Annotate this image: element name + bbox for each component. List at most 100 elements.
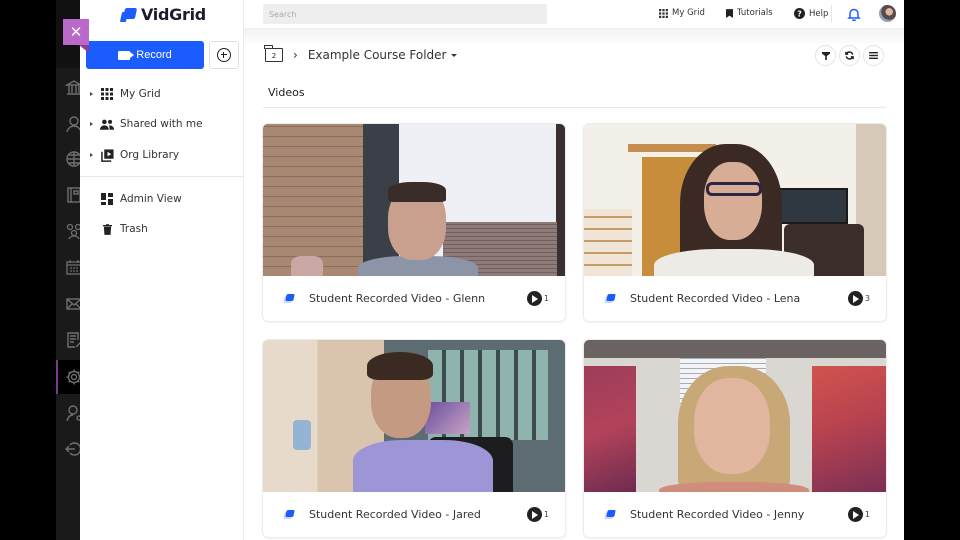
vidgrid-app: ✕ VidGrid Record My Grid Shared with me … xyxy=(56,0,904,540)
user-avatar[interactable] xyxy=(879,5,896,22)
view-count-value: 1 xyxy=(543,510,549,519)
dashboard-icon xyxy=(100,192,114,206)
trash-icon xyxy=(100,222,114,236)
top-link-label: My Grid xyxy=(672,8,705,18)
view-count: 1 xyxy=(526,507,549,522)
refresh-icon xyxy=(845,51,854,60)
chevron-right-icon: › xyxy=(293,48,298,62)
video-camera-icon xyxy=(118,50,135,60)
top-link-label: Tutorials xyxy=(737,8,773,18)
help-icon: ? xyxy=(794,8,805,19)
grid-icon xyxy=(659,8,668,18)
nav-sidebar: VidGrid Record My Grid Shared with me Or… xyxy=(80,0,244,540)
view-count-value: 1 xyxy=(543,294,549,303)
folder-count: 2 xyxy=(271,51,277,60)
close-panel-button[interactable]: ✕ xyxy=(63,19,89,45)
video-library-icon xyxy=(100,148,114,162)
sidebar-item-my-grid[interactable]: My Grid xyxy=(80,81,243,107)
play-icon xyxy=(526,291,542,306)
icon-rail xyxy=(56,0,83,540)
view-count-value: 1 xyxy=(864,510,870,519)
sidebar-item-label: My Grid xyxy=(120,88,161,100)
grid-icon xyxy=(100,87,114,101)
video-card[interactable]: Student Recorded Video - Jenny 1 xyxy=(584,340,886,537)
svg-text:?: ? xyxy=(797,9,802,18)
video-thumbnail[interactable] xyxy=(584,124,886,276)
view-count: 1 xyxy=(847,507,870,522)
list-icon xyxy=(869,52,878,59)
rail-document-edit-icon[interactable] xyxy=(56,323,82,357)
top-link-label: Help xyxy=(809,8,829,19)
video-title[interactable]: Student Recorded Video - Glenn xyxy=(309,292,527,305)
bookmark-icon xyxy=(726,8,733,18)
top-link-my-grid[interactable]: My Grid xyxy=(659,8,705,18)
close-icon: ✕ xyxy=(69,23,83,41)
video-title[interactable]: Student Recorded Video - Jenny xyxy=(630,508,848,521)
vidgrid-logo[interactable]: VidGrid xyxy=(121,5,206,24)
filter-button[interactable] xyxy=(815,45,836,66)
video-thumbnail[interactable] xyxy=(263,124,565,276)
sidebar-item-trash[interactable]: Trash xyxy=(80,216,243,242)
top-link-help[interactable]: ? Help xyxy=(794,8,828,19)
expand-caret-icon[interactable] xyxy=(84,153,98,157)
folder-title-dropdown[interactable]: Example Course Folder xyxy=(308,48,458,62)
expand-caret-icon[interactable] xyxy=(84,122,98,126)
vidgrid-video-icon xyxy=(605,294,615,303)
rail-user-settings-icon[interactable] xyxy=(56,396,82,430)
people-icon xyxy=(100,117,114,131)
play-icon xyxy=(847,291,863,306)
rail-user-icon[interactable] xyxy=(56,107,82,141)
section-title: Videos xyxy=(268,86,305,99)
refresh-button[interactable] xyxy=(839,45,860,66)
video-thumbnail[interactable] xyxy=(263,340,565,492)
breadcrumb: 2 › Example Course Folder xyxy=(264,45,458,62)
sidebar-item-label: Org Library xyxy=(120,149,180,161)
video-card[interactable]: Student Recorded Video - Lena 3 xyxy=(584,124,886,321)
sidebar-item-admin-view[interactable]: Admin View xyxy=(80,186,243,212)
vidgrid-video-icon xyxy=(284,510,294,519)
top-link-tutorials[interactable]: Tutorials xyxy=(726,8,773,18)
sidebar-item-label: Trash xyxy=(120,223,148,235)
rail-bank-icon[interactable] xyxy=(56,71,83,105)
sidebar-item-label: Shared with me xyxy=(120,118,203,130)
rail-gear-icon[interactable] xyxy=(56,360,82,394)
main-content: 2 › Example Course Folder Videos Student… xyxy=(244,29,904,540)
folder-icon[interactable]: 2 xyxy=(264,45,283,62)
vidgrid-video-icon xyxy=(284,294,294,303)
vidgrid-logo-icon xyxy=(121,8,137,22)
rail-calendar-icon[interactable] xyxy=(56,250,82,284)
caret-down-icon xyxy=(451,53,458,57)
video-title[interactable]: Student Recorded Video - Lena xyxy=(630,292,848,305)
play-icon xyxy=(847,507,863,522)
list-view-button[interactable] xyxy=(863,45,884,66)
sidebar-item-label: Admin View xyxy=(120,193,182,205)
filter-icon xyxy=(821,51,830,60)
brand-name: VidGrid xyxy=(141,5,206,24)
sidebar-item-shared-with-me[interactable]: Shared with me xyxy=(80,111,243,137)
top-bar: My Grid Tutorials ? Help xyxy=(244,0,904,29)
sidebar-divider xyxy=(80,176,243,177)
video-card[interactable]: Student Recorded Video - Jared 1 xyxy=(263,340,565,537)
add-button[interactable] xyxy=(209,41,239,69)
video-card[interactable]: Student Recorded Video - Glenn 1 xyxy=(263,124,565,321)
rail-book-icon[interactable] xyxy=(56,178,81,212)
view-count: 1 xyxy=(526,291,549,306)
plus-circle-icon xyxy=(217,48,231,62)
expand-caret-icon[interactable] xyxy=(84,92,98,96)
view-count: 3 xyxy=(847,291,870,306)
rail-globe-icon[interactable] xyxy=(56,142,82,176)
record-label: Record xyxy=(136,49,172,61)
vidgrid-video-icon xyxy=(605,510,615,519)
search-input[interactable] xyxy=(263,4,547,24)
notifications-bell-icon[interactable] xyxy=(847,7,861,21)
record-button[interactable]: Record xyxy=(86,41,204,69)
view-count-value: 3 xyxy=(864,294,870,303)
rail-logout-icon[interactable] xyxy=(56,432,82,466)
rail-group-icon[interactable] xyxy=(56,214,82,248)
rail-mail-icon[interactable] xyxy=(56,287,82,321)
video-thumbnail[interactable] xyxy=(584,340,886,492)
sidebar-item-org-library[interactable]: Org Library xyxy=(80,142,243,168)
video-title[interactable]: Student Recorded Video - Jared xyxy=(309,508,527,521)
play-icon xyxy=(526,507,542,522)
folder-title: Example Course Folder xyxy=(307,48,447,62)
